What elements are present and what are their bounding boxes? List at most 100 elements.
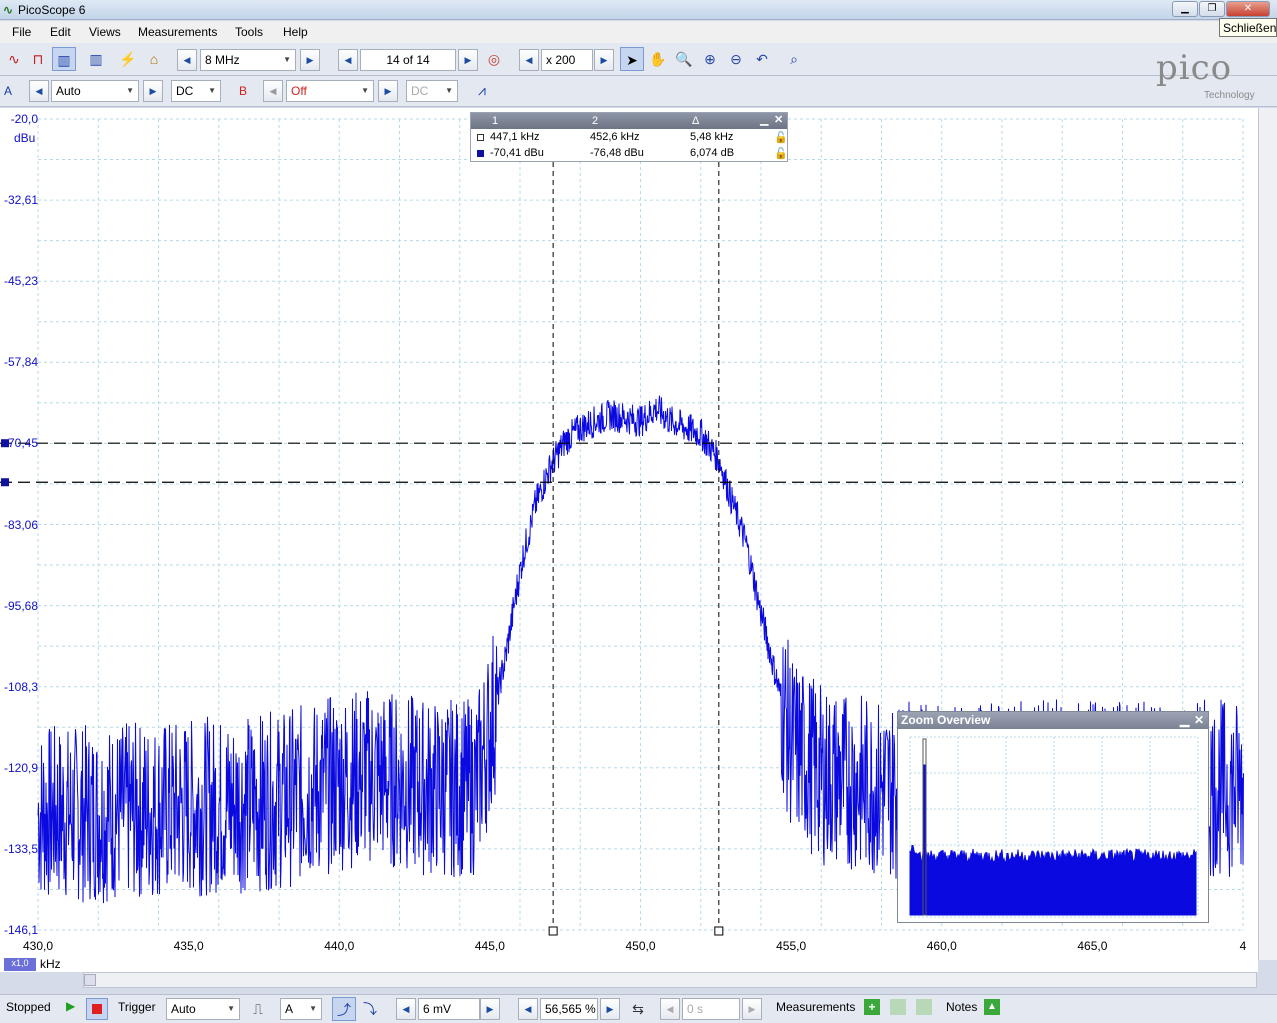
delete-measurement-icon[interactable]	[916, 999, 932, 1015]
x-unit: kHz	[40, 957, 61, 971]
channel-options-icon[interactable]: ⩘	[470, 78, 494, 102]
delay-prev[interactable]: ◀	[660, 998, 680, 1020]
trigger-advanced-icon[interactable]: ⎍	[246, 997, 270, 1021]
y-tick-label: -108,3	[3, 679, 38, 694]
pretrigger-prev[interactable]: ◀	[518, 998, 538, 1020]
threshold-next[interactable]: ▶	[480, 998, 500, 1020]
pointer-tool-icon[interactable]: ➤	[620, 47, 644, 71]
trigger-channel-value: A	[285, 1002, 294, 1016]
auto-setup-icon[interactable]: ⚡	[116, 47, 140, 71]
spectrum-options-icon[interactable]: ▥	[84, 47, 108, 71]
menu-edit[interactable]: Edit	[50, 25, 71, 39]
y-tick-label: -32,61	[3, 193, 38, 208]
coupling-b-select[interactable]: DC ▼	[406, 80, 458, 102]
threshold-field[interactable]: 6 mV	[418, 998, 480, 1020]
minimize-icon[interactable]: ▁	[757, 113, 768, 126]
x-tick-label: 450,0	[625, 939, 656, 953]
notes-icon[interactable]: ▲	[984, 999, 1000, 1015]
delay-field[interactable]: 0 s	[682, 998, 740, 1020]
measurement-table[interactable]: 1 2 Δ ▁ ✕ 447,1 kHz 452,6 kHz 5,48 kHz -…	[470, 112, 788, 162]
status-bar: Stopped ▶ Trigger Auto ▼ ⎍ A ▼ ⤴ ⤵ ◀ 6 mV …	[0, 994, 1277, 1023]
buffer-navigator-icon[interactable]: ◎	[482, 47, 506, 71]
menu-help[interactable]: Help	[283, 25, 308, 39]
zoom-overview-icon[interactable]: ⌕	[782, 47, 806, 71]
menu-tools[interactable]: Tools	[235, 25, 263, 39]
range-a-value: Auto	[56, 84, 81, 98]
x-tick-label: 455,0	[776, 939, 807, 953]
y-tick-label: -146,1	[3, 923, 38, 937]
range-b-prev[interactable]: ◀	[263, 80, 283, 102]
minimize-icon[interactable]: ▁	[1180, 712, 1189, 729]
minimize-button[interactable]: ▁	[1172, 1, 1198, 17]
zoom-field[interactable]: x 200	[541, 49, 593, 71]
zoom-prev[interactable]: ◀	[519, 49, 539, 71]
persistence-mode-icon[interactable]: ⊓	[26, 47, 50, 71]
ruler-handle	[714, 926, 724, 936]
range-a-prev[interactable]: ◀	[29, 80, 49, 102]
zoom-next[interactable]: ▶	[594, 49, 614, 71]
y-tick-label: -95,68	[3, 598, 38, 613]
h-scroll-thumb[interactable]	[84, 974, 96, 986]
scope-mode-icon[interactable]: ∿	[2, 47, 26, 71]
menu-measurements[interactable]: Measurements	[138, 25, 217, 39]
x-tick-label: 465,0	[1077, 939, 1108, 953]
delta-freq: 5,48 kHz	[690, 131, 734, 143]
buffer-next[interactable]: ▶	[458, 49, 478, 71]
horizontal-scrollbar[interactable]	[83, 972, 1257, 988]
lock-icon[interactable]: 🔓	[771, 147, 788, 160]
lock-icon[interactable]: 🔓	[771, 131, 788, 144]
sample-rate-prev[interactable]: ◀	[177, 49, 197, 71]
menu-file[interactable]: File	[12, 25, 31, 39]
zoom-overview-panel[interactable]: Zoom Overview ▁ ✕	[897, 711, 1209, 923]
pico-logo: pico Technology	[1156, 48, 1274, 104]
delay-icon[interactable]: ⇆	[626, 997, 650, 1021]
undo-zoom-icon[interactable]: ↶	[750, 47, 774, 71]
trigger-mode-select[interactable]: Auto ▼	[166, 998, 240, 1020]
range-a-select[interactable]: Auto ▼	[51, 80, 139, 102]
range-b-next[interactable]: ▶	[378, 80, 398, 102]
menu-bar: File Edit Views Measurements Tools Help	[0, 21, 1277, 43]
zoom-out-icon[interactable]: ⊖	[724, 47, 748, 71]
zoom-in-icon[interactable]: ⊕	[698, 47, 722, 71]
rising-edge-icon[interactable]: ⤴	[332, 997, 356, 1021]
channel-b-button[interactable]: B	[239, 84, 247, 98]
range-b-select[interactable]: Off ▼	[286, 80, 374, 102]
ruler1-level: -70,41 dBu	[490, 147, 544, 159]
edit-measurement-icon[interactable]	[890, 999, 906, 1015]
toolbar-capture: ∿ ⊓ ▥ ▥ ⚡ ⌂ ◀ 8 MHz ▼ ▶ ◀ 14 of 14 ▶ ◎ ◀ …	[0, 43, 1277, 76]
falling-edge-icon[interactable]: ⤵	[358, 997, 382, 1021]
vertical-scrollbar[interactable]	[1258, 108, 1277, 960]
close-icon[interactable]: ✕	[771, 113, 783, 126]
ruler1-freq: 447,1 kHz	[490, 131, 540, 143]
coupling-a-select[interactable]: DC ▼	[171, 80, 221, 102]
default-setup-icon[interactable]: ⌂	[142, 47, 166, 71]
sample-rate-next[interactable]: ▶	[300, 49, 320, 71]
zoom-tool-icon[interactable]: 🔍	[672, 47, 696, 71]
sample-rate-select[interactable]: 8 MHz ▼	[200, 49, 296, 71]
buffer-prev[interactable]: ◀	[338, 49, 358, 71]
y-unit: dBu	[14, 131, 36, 145]
zoom-overview-chart[interactable]	[898, 729, 1208, 921]
range-a-next[interactable]: ▶	[143, 80, 163, 102]
pretrigger-next[interactable]: ▶	[600, 998, 620, 1020]
close-button[interactable]: ✕	[1226, 1, 1270, 17]
hand-tool-icon[interactable]: ✋	[646, 47, 670, 71]
threshold-prev[interactable]: ◀	[396, 998, 416, 1020]
start-icon[interactable]: ▶	[66, 999, 75, 1013]
trigger-label: Trigger	[118, 1000, 156, 1014]
maximize-button[interactable]: ❐	[1199, 1, 1225, 17]
close-icon[interactable]: ✕	[1194, 712, 1204, 729]
col-ruler1: 1	[492, 115, 499, 127]
trigger-channel-select[interactable]: A ▼	[280, 998, 322, 1020]
delay-next[interactable]: ▶	[742, 998, 762, 1020]
x-axis-labels: 430,0 435,0 440,0 445,0 450,0 455,0 460,0 465,0…	[0, 939, 1258, 955]
stop-button[interactable]	[86, 998, 108, 1020]
menu-views[interactable]: Views	[89, 25, 121, 39]
col-ruler2: 2	[592, 115, 599, 127]
channel-a-button[interactable]: A	[4, 84, 12, 98]
add-measurement-icon[interactable]: +	[864, 999, 880, 1015]
buffer-field[interactable]: 14 of 14	[360, 49, 456, 71]
pretrigger-field[interactable]: 56,565 %	[540, 998, 598, 1020]
close-tooltip: Schließen	[1219, 18, 1277, 37]
spectrum-mode-icon[interactable]: ▥	[52, 47, 76, 71]
